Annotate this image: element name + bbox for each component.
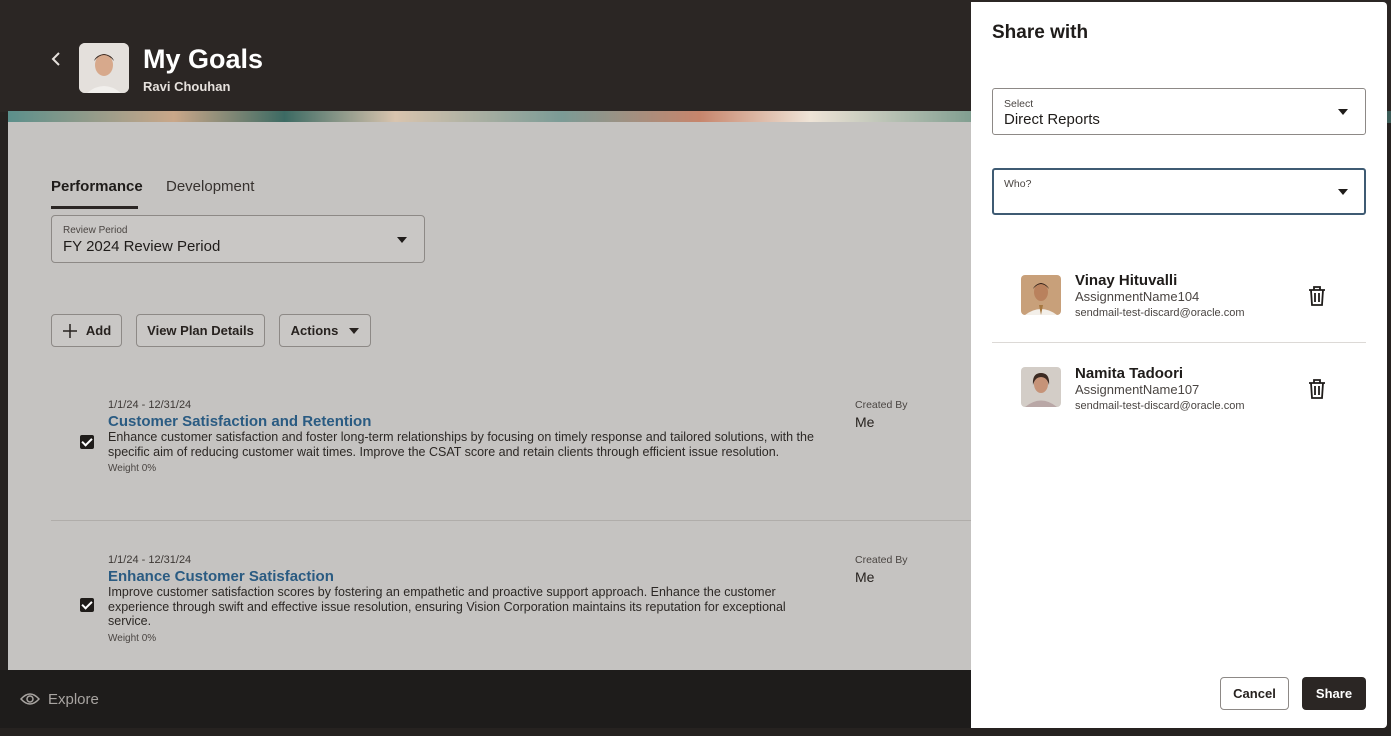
share-panel: Share with Select Direct Reports Who? Vi… [971, 2, 1387, 728]
person-name: Vinay Hituvalli [1075, 272, 1178, 289]
goal-dates: 1/1/24 - 12/31/24 [108, 554, 192, 566]
view-plan-details-button[interactable]: View Plan Details [136, 314, 265, 347]
shared-person-item: Namita Tadoori AssignmentName107 sendmai… [971, 345, 1345, 435]
person-assignment: AssignmentName104 [1075, 289, 1200, 304]
goal-title-link[interactable]: Customer Satisfaction and Retention [108, 413, 371, 430]
back-chevron-icon[interactable] [48, 50, 64, 68]
cancel-button[interactable]: Cancel [1220, 677, 1289, 710]
tab-performance[interactable]: Performance [51, 178, 143, 195]
created-by-value: Me [855, 414, 875, 430]
review-period-value: FY 2024 Review Period [63, 238, 221, 255]
created-by-label: Created By [855, 554, 908, 566]
chevron-down-icon [397, 237, 407, 243]
share-type-value: Direct Reports [1004, 111, 1100, 128]
view-plan-details-label: View Plan Details [147, 323, 254, 338]
person-email: sendmail-test-discard@oracle.com [1075, 307, 1245, 319]
created-by-value: Me [855, 569, 875, 585]
actions-button[interactable]: Actions [279, 314, 371, 347]
chevron-down-icon [349, 327, 360, 334]
goal-title-link[interactable]: Enhance Customer Satisfaction [108, 568, 334, 585]
share-panel-title: Share with [992, 22, 1089, 43]
explore-link[interactable]: Explore [48, 691, 99, 708]
goal-checkbox[interactable] [80, 598, 94, 612]
share-type-label: Select [1004, 98, 1034, 110]
footer-bar: Explore [0, 670, 971, 728]
person-avatar [1021, 275, 1061, 315]
share-button[interactable]: Share [1302, 677, 1366, 710]
eye-icon [20, 693, 40, 705]
add-button-label: Add [85, 323, 112, 338]
goal-weight: Weight 0% [108, 633, 157, 644]
actions-label: Actions [290, 323, 339, 338]
created-by-label: Created By [855, 399, 908, 411]
goal-divider [51, 520, 971, 521]
review-period-label: Review Period [63, 225, 128, 236]
user-name: Ravi Chouhan [143, 79, 231, 94]
goal-checkbox[interactable] [80, 435, 94, 449]
shared-person-item: Vinay Hituvalli AssignmentName104 sendma… [971, 252, 1345, 342]
active-tab-indicator [51, 206, 138, 209]
goals-content: Performance Development Review Period FY… [8, 122, 971, 670]
person-avatar [1021, 367, 1061, 407]
page-title: My Goals [143, 44, 264, 74]
trash-icon[interactable] [1307, 378, 1327, 400]
user-avatar [79, 43, 129, 93]
app-window: My Goals Ravi Chouhan Performance Develo… [0, 0, 1391, 736]
goal-dates: 1/1/24 - 12/31/24 [108, 399, 192, 411]
goal-weight: Weight 0% [108, 463, 157, 474]
goal-description: Enhance customer satisfaction and foster… [108, 430, 814, 459]
share-type-select[interactable]: Select Direct Reports [992, 88, 1366, 135]
add-button[interactable]: Add [51, 314, 122, 347]
chevron-down-icon [1338, 109, 1348, 115]
chevron-down-icon [1338, 189, 1348, 195]
who-label: Who? [1004, 178, 1032, 190]
tab-development[interactable]: Development [166, 178, 254, 195]
goal-description: Improve customer satisfaction scores by … [108, 585, 786, 628]
plus-icon [62, 323, 77, 338]
who-select[interactable]: Who? [992, 168, 1366, 215]
person-divider [992, 342, 1366, 343]
person-name: Namita Tadoori [1075, 365, 1184, 382]
person-assignment: AssignmentName107 [1075, 382, 1200, 397]
trash-icon[interactable] [1307, 285, 1327, 307]
review-period-select[interactable]: Review Period FY 2024 Review Period [51, 215, 425, 263]
person-email: sendmail-test-discard@oracle.com [1075, 400, 1245, 412]
